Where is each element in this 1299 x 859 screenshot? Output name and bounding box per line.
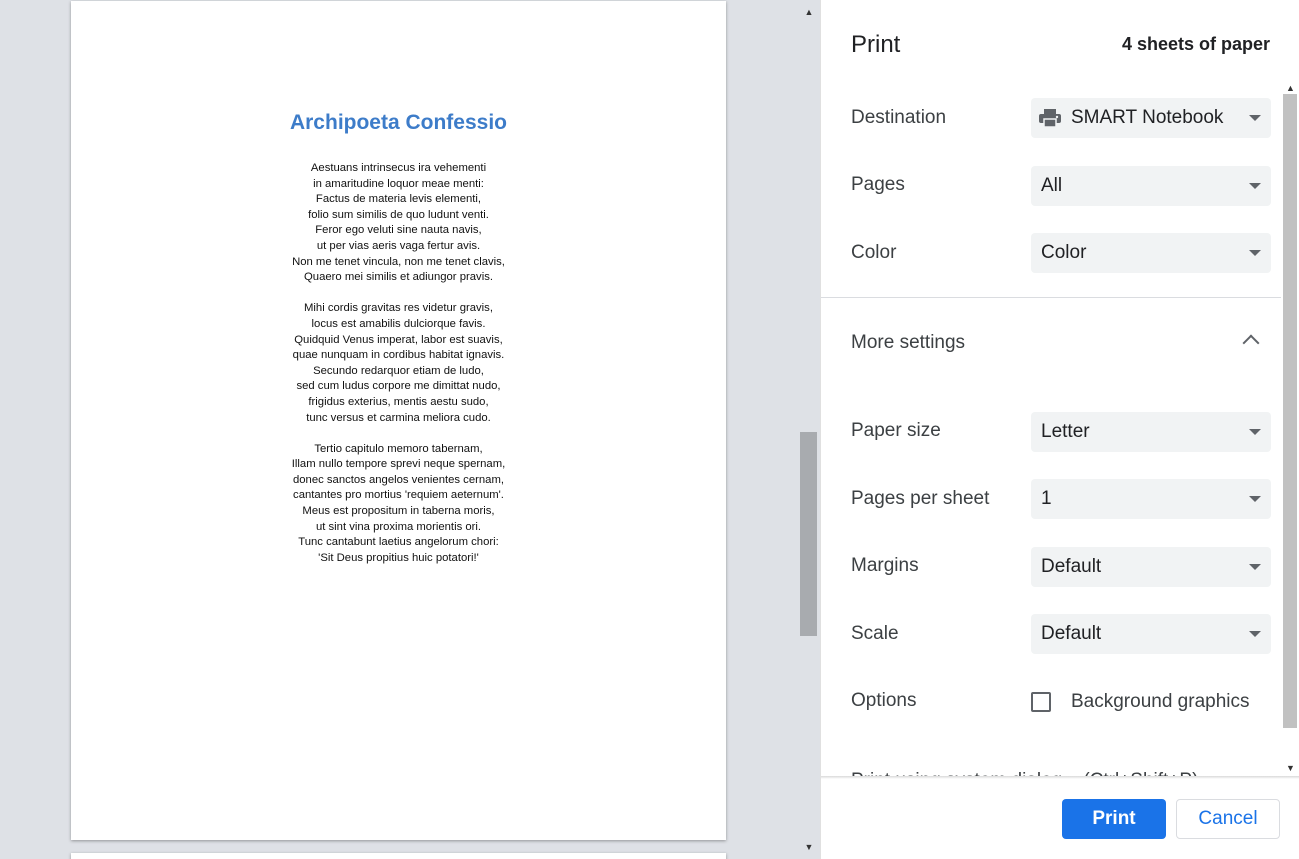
divider (821, 297, 1281, 298)
print-dialog-title: Print (851, 31, 901, 58)
poem-line: quae nunquam in cordibus habitat ignavis… (292, 349, 505, 362)
chevron-down-icon (1249, 250, 1261, 256)
poem-line: frigidus exterius, mentis aestu sudo, (308, 395, 489, 408)
poem-line: Factus de materia levis elementi, (315, 193, 482, 206)
background-graphics-label[interactable]: Background graphics (1071, 691, 1250, 713)
chevron-down-icon (1249, 429, 1261, 435)
scroll-down-arrow-icon[interactable]: ▼ (1281, 760, 1299, 776)
color-label: Color (851, 242, 897, 263)
poem-line: Meus est propositum in taberna moris, (302, 505, 495, 518)
chevron-down-icon (1249, 631, 1261, 637)
settings-scrollbar[interactable]: ▲ ▼ (1281, 80, 1299, 776)
paper-size-value: Letter (1041, 421, 1090, 442)
print-button[interactable]: Print (1062, 799, 1166, 839)
poem-line: Feror ego veluti sine nauta navis, (315, 224, 482, 237)
preview-scrollbar-thumb[interactable] (800, 432, 817, 636)
sheet-count: 4 sheets of paper (1121, 34, 1270, 54)
poem-line: sed cum ludus corpore me dimittat nudo, (296, 380, 501, 393)
poem-line: Quaero mei similis et adiungor pravis. (304, 271, 493, 284)
document-title: Archipoeta Confessio (289, 111, 508, 134)
destination-label: Destination (851, 107, 947, 128)
chevron-up-icon[interactable] (1242, 334, 1260, 352)
pages-value: All (1041, 175, 1063, 196)
preview-page-2 (71, 853, 726, 859)
poem-line: Illam nullo tempore sprevi neque spernam… (291, 458, 506, 471)
options-label: Options (851, 690, 917, 711)
poem-line: Tertio capitulo memoro tabernam, (314, 442, 483, 455)
chevron-down-icon (1249, 115, 1261, 121)
chevron-down-icon (1249, 496, 1261, 502)
pages-per-sheet-value: 1 (1041, 488, 1052, 509)
poem-line: Quidquid Venus imperat, labor est suavis… (294, 333, 503, 346)
chevron-down-icon (1249, 564, 1261, 570)
poem-stanza: Aestuans intrinsecus ira vehementi in ama… (71, 161, 726, 286)
print-preview-area: Archipoeta Confessio Aestuans intrinsecu… (0, 0, 820, 859)
color-value: Color (1041, 242, 1087, 263)
scale-label: Scale (851, 623, 899, 644)
print-settings-panel: Print 4 sheets of paper Destination SMAR… (820, 0, 1299, 859)
chevron-down-icon (1249, 183, 1261, 189)
margins-value: Default (1041, 556, 1102, 577)
more-settings-toggle[interactable]: More settings (851, 332, 965, 354)
preview-page-1: Archipoeta Confessio Aestuans intrinsecu… (71, 1, 726, 840)
poem-line: 'Sit Deus propitius huic potatori!' (318, 551, 479, 564)
poem-stanza: Tertio capitulo memoro tabernam, Illam nu… (71, 442, 726, 567)
paper-size-label: Paper size (851, 420, 941, 441)
background-graphics-checkbox[interactable] (1031, 692, 1051, 712)
color-select[interactable]: Color (1031, 233, 1271, 273)
poem-line: locus est amabilis dulciorque favis. (311, 317, 486, 330)
cancel-button[interactable]: Cancel (1176, 799, 1280, 839)
scale-value: Default (1041, 623, 1102, 644)
margins-label: Margins (851, 555, 919, 576)
poem-line: Mihi cordis gravitas res videtur gravis, (304, 302, 493, 315)
poem-line: Secundo redarquor etiam de ludo, (313, 364, 484, 377)
pages-label: Pages (851, 174, 905, 195)
system-dialog-link[interactable]: Print using system dialog... (Ctrl+Shift… (851, 770, 1198, 777)
poem-line: tunc versus et carmina meliora cudo. (306, 411, 491, 424)
preview-scrollbar[interactable]: ▲ ▼ (798, 0, 820, 859)
paper-size-select[interactable]: Letter (1031, 412, 1271, 452)
poem-line: ut per vias aeris vaga fertur avis. (316, 239, 481, 252)
poem-line: ut sint vina proxima morientis ori. (315, 520, 482, 533)
scroll-up-arrow-icon[interactable]: ▲ (798, 4, 820, 20)
settings-scrollbar-thumb[interactable] (1283, 94, 1297, 728)
pages-per-sheet-select[interactable]: 1 (1031, 479, 1271, 519)
footer-divider (821, 776, 1299, 779)
margins-select[interactable]: Default (1031, 547, 1271, 587)
destination-value: SMART Notebook (1071, 107, 1224, 128)
poem-line: Aestuans intrinsecus ira vehementi (310, 162, 487, 174)
scale-select[interactable]: Default (1031, 614, 1271, 654)
poem-line: Tunc cantabunt laetius angelorum chori: (298, 536, 499, 549)
poem-line: donec sanctos angelos venientes cernam, (292, 473, 504, 486)
poem-line: folio sum similis de quo ludunt venti. (308, 208, 489, 221)
poem-line: cantantes pro mortius 'requiem aeternum'… (293, 489, 504, 502)
poem-text: Aestuans intrinsecus ira vehementi in ama… (71, 161, 726, 582)
poem-line: in amaritudine loquor meae menti: (313, 177, 484, 190)
destination-select[interactable]: SMART Notebook (1031, 98, 1271, 138)
pages-per-sheet-label: Pages per sheet (851, 488, 990, 509)
printer-icon (1039, 109, 1061, 127)
poem-stanza: Mihi cordis gravitas res videtur gravis,… (71, 301, 726, 426)
pages-select[interactable]: All (1031, 166, 1271, 206)
scroll-down-arrow-icon[interactable]: ▼ (798, 839, 820, 855)
poem-line: Non me tenet vincula, non me tenet clavi… (292, 255, 505, 268)
